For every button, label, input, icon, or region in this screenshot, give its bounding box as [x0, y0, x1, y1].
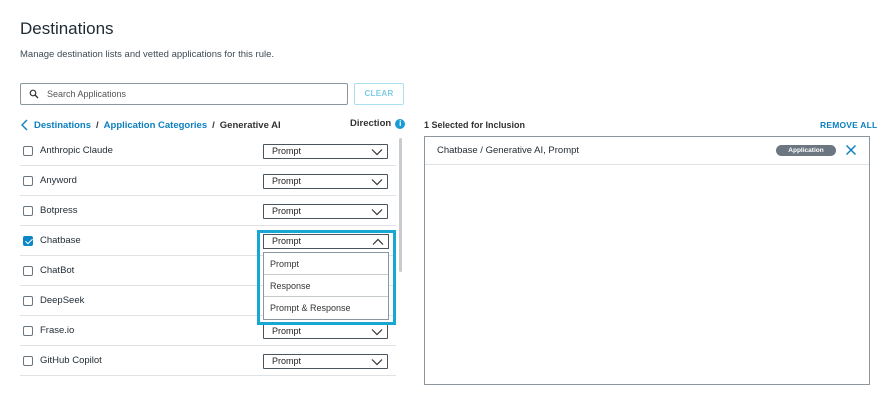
checkbox[interactable] [23, 176, 33, 186]
page-subtitle: Manage destination lists and vetted appl… [20, 49, 275, 60]
direction-header: Direction i [350, 118, 406, 129]
application-name: Botpress [40, 205, 78, 216]
breadcrumb-separator: / [212, 119, 215, 131]
checkbox[interactable] [23, 356, 33, 366]
chevron-down-icon [371, 329, 383, 336]
search-icon [29, 89, 39, 99]
selected-item: Chatbase / Generative AI, Prompt Applica… [425, 137, 869, 165]
list-item: Anthropic Claude Prompt [20, 136, 396, 166]
breadcrumb-current: Generative AI [219, 119, 281, 131]
checkbox[interactable] [23, 206, 33, 216]
application-name: Anyword [40, 175, 77, 186]
application-name: Anthropic Claude [40, 145, 113, 156]
search-input[interactable] [47, 86, 337, 102]
checkbox[interactable] [23, 296, 33, 306]
dropdown-option-response[interactable]: Response [264, 275, 388, 297]
dropdown-option-prompt-and-response[interactable]: Prompt & Response [264, 297, 388, 319]
application-name: Frase.io [40, 325, 75, 336]
direction-select-value: Prompt [272, 176, 302, 186]
info-icon[interactable]: i [395, 118, 406, 129]
breadcrumb-application-categories[interactable]: Application Categories [104, 120, 207, 131]
application-name: Chatbase [40, 235, 81, 246]
direction-dropdown-menu: Prompt Response Prompt & Response [263, 252, 389, 320]
list-item: Botpress Prompt [20, 196, 396, 226]
clear-button[interactable]: CLEAR [354, 83, 404, 105]
chevron-down-icon [371, 359, 383, 366]
direction-select-open[interactable]: Prompt [263, 234, 389, 249]
application-name: GitHub Copilot [40, 355, 102, 366]
chevron-down-icon [371, 149, 383, 156]
application-name: ChatBot [40, 265, 75, 276]
checkbox-checked[interactable] [23, 236, 33, 246]
dropdown-option-prompt[interactable]: Prompt [264, 253, 388, 275]
selected-count-title: 1 Selected for Inclusion [424, 120, 526, 130]
checkbox[interactable] [23, 266, 33, 276]
search-box[interactable] [20, 83, 348, 105]
breadcrumb: Destinations / Application Categories / … [20, 118, 281, 132]
direction-select[interactable]: Prompt [263, 144, 388, 159]
chevron-up-icon [372, 238, 384, 245]
list-item: GitHub Copilot Prompt [20, 346, 396, 376]
list-item: Anyword Prompt [20, 166, 396, 196]
chevron-down-icon [371, 209, 383, 216]
application-badge: Application [776, 145, 836, 156]
scrollbar-thumb[interactable] [399, 138, 402, 272]
page-title: Destinations [20, 19, 114, 38]
checkbox[interactable] [23, 326, 33, 336]
close-icon[interactable] [845, 144, 857, 156]
direction-select[interactable]: Prompt [263, 174, 388, 189]
direction-select[interactable]: Prompt [263, 204, 388, 219]
breadcrumb-destinations[interactable]: Destinations [34, 120, 91, 131]
direction-select-value: Prompt [272, 356, 302, 366]
selected-item-label: Chatbase / Generative AI, Prompt [437, 145, 580, 156]
direction-select[interactable]: Prompt [263, 354, 388, 369]
direction-select-value: Prompt [272, 206, 302, 216]
remove-all-button[interactable]: REMOVE ALL [820, 120, 877, 130]
direction-select-value: Prompt [272, 236, 302, 246]
application-name: DeepSeek [40, 295, 85, 306]
selected-panel: Chatbase / Generative AI, Prompt Applica… [424, 136, 870, 385]
chevron-down-icon [371, 179, 383, 186]
chevron-left-icon[interactable] [20, 119, 30, 131]
direction-label: Direction [350, 118, 392, 129]
direction-select-value: Prompt [272, 326, 302, 336]
breadcrumb-separator: / [96, 119, 99, 131]
direction-select[interactable]: Prompt [263, 324, 388, 339]
checkbox[interactable] [23, 146, 33, 156]
direction-select-value: Prompt [272, 146, 302, 156]
